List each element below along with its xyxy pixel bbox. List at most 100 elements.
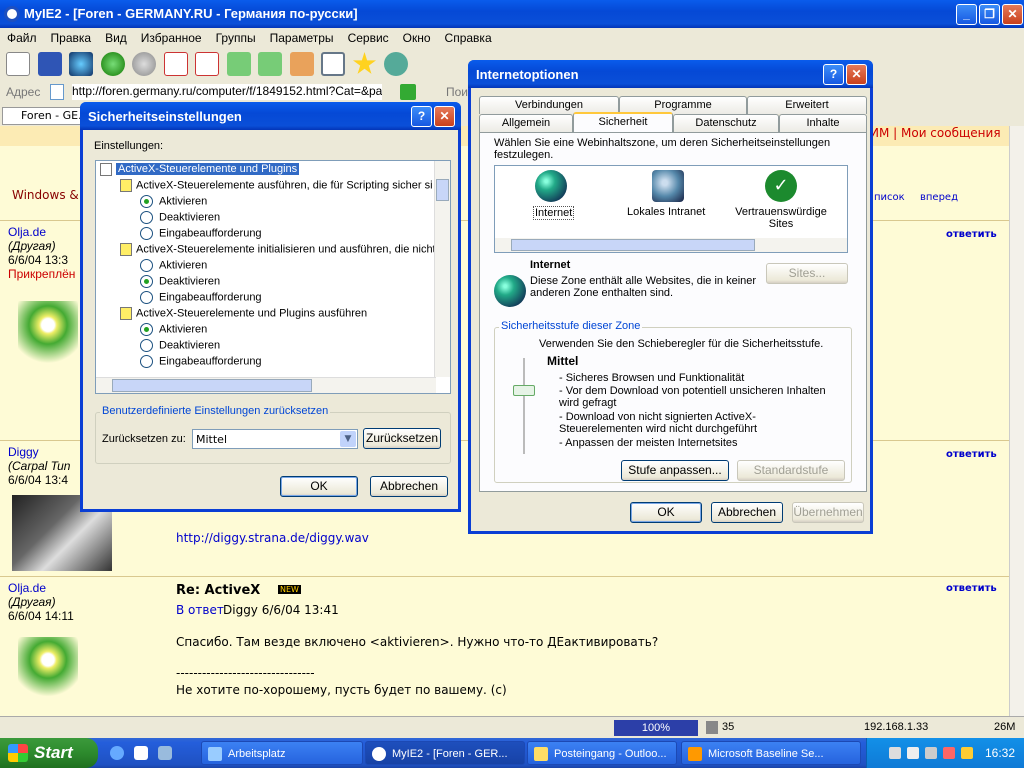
zone-hscrollbar[interactable] [495, 238, 847, 252]
apply-button[interactable]: Übernehmen [792, 502, 864, 523]
tab-security[interactable]: Sicherheit [573, 112, 673, 132]
stop-all-icon[interactable] [195, 52, 219, 76]
intranet-zone-icon[interactable] [652, 170, 684, 202]
quicklaunch-app-icon[interactable] [134, 746, 148, 760]
new-page-icon[interactable] [6, 52, 30, 76]
radio-label[interactable]: Deaktivieren [159, 339, 220, 351]
menu-item[interactable]: Группы [209, 28, 263, 48]
setting-radio-option[interactable]: Eingabeaufforderung [140, 291, 262, 304]
radio-label[interactable]: Deaktivieren [159, 275, 220, 287]
radio-button[interactable] [140, 211, 153, 224]
menu-item[interactable]: Параметры [263, 28, 341, 48]
quicklaunch-desktop-icon[interactable] [158, 746, 172, 760]
help-button[interactable]: ? [411, 106, 432, 127]
radio-button[interactable] [140, 339, 153, 352]
close-button[interactable]: ✕ [1002, 4, 1023, 25]
tab-general[interactable]: Allgemein [479, 114, 573, 132]
setting-radio-option[interactable]: Eingabeaufforderung [140, 355, 262, 368]
menu-item[interactable]: Правка [44, 28, 99, 48]
tab-privacy[interactable]: Datenschutz [673, 114, 779, 132]
radio-button[interactable] [140, 227, 153, 240]
taskbar-item[interactable]: Microsoft Baseline Se... [681, 741, 861, 765]
tree-vscrollbar[interactable] [434, 161, 450, 377]
post-author[interactable]: Olja.de [8, 225, 46, 239]
radio-label[interactable]: Eingabeaufforderung [159, 291, 262, 303]
scroll-thumb[interactable] [511, 239, 755, 251]
tray-icon[interactable] [961, 747, 973, 759]
tray-icon[interactable] [925, 747, 937, 759]
tab-advanced[interactable]: Erweitert [747, 96, 867, 114]
post-link[interactable]: http://diggy.strana.de/diggy.wav [176, 531, 369, 545]
back-icon[interactable] [100, 52, 125, 76]
default-level-button[interactable]: Standardstufe [737, 460, 845, 481]
menu-item[interactable]: Окно [396, 28, 438, 48]
setting-radio-option[interactable]: Deaktivieren [140, 339, 220, 352]
menu-item[interactable]: Файл [0, 28, 44, 48]
history-icon[interactable] [384, 52, 408, 76]
radio-label[interactable]: Aktivieren [159, 195, 207, 207]
radio-button[interactable] [140, 195, 153, 208]
radio-label[interactable]: Aktivieren [159, 259, 207, 271]
slider-thumb[interactable] [513, 385, 535, 396]
menu-item[interactable]: Вид [98, 28, 134, 48]
address-input[interactable]: http://foren.germany.ru/computer/f/18491… [72, 84, 382, 100]
radio-label[interactable]: Deaktivieren [159, 211, 220, 223]
tree-category-label[interactable]: ActiveX-Steuerelemente und Plugins [116, 163, 300, 176]
start-button[interactable]: Start [0, 738, 98, 768]
close-button[interactable]: ✕ [434, 106, 455, 127]
radio-button[interactable] [140, 275, 153, 288]
setting-radio-option[interactable]: Aktivieren [140, 323, 207, 336]
top-links[interactable]: ИМ | Мои сообщения [870, 126, 1001, 140]
scroll-thumb[interactable] [436, 179, 449, 201]
custom-level-button[interactable]: Stufe anpassen... [621, 460, 729, 481]
refresh-icon[interactable] [226, 52, 251, 76]
restore-button[interactable]: ❐ [979, 4, 1000, 25]
clock[interactable]: 16:32 [985, 746, 1015, 760]
radio-button[interactable] [140, 259, 153, 272]
menu-item[interactable]: Сервис [341, 28, 396, 48]
stop-icon[interactable] [163, 52, 188, 76]
taskbar-item[interactable]: Posteingang - Outloo... [527, 741, 677, 765]
setting-radio-option[interactable]: Eingabeaufforderung [140, 227, 262, 240]
taskbar-item[interactable]: Arbeitsplatz [201, 741, 363, 765]
taskbar-item[interactable]: MyIE2 - [Foren - GER... [365, 741, 525, 765]
browser-tab[interactable]: Foren - GE... [2, 107, 82, 125]
zone-list[interactable]: Internet Lokales Intranet ✓ Vertrauenswü… [494, 165, 848, 253]
zone-intranet[interactable]: Lokales Intranet [627, 206, 705, 218]
globe-icon[interactable] [69, 52, 93, 76]
go-icon[interactable] [400, 84, 416, 100]
radio-label[interactable]: Eingabeaufforderung [159, 355, 262, 367]
tray-icon[interactable] [889, 747, 901, 759]
nav-forward-link[interactable]: вперед [920, 192, 958, 203]
tab-content[interactable]: Inhalte [779, 114, 867, 132]
radio-button[interactable] [140, 323, 153, 336]
reply-to-label[interactable]: В ответ [176, 603, 224, 617]
tray-icon[interactable] [907, 747, 919, 759]
ok-button[interactable]: OK [280, 476, 358, 497]
setting-radio-option[interactable]: Aktivieren [140, 195, 207, 208]
setting-radio-option[interactable]: Deaktivieren [140, 275, 220, 288]
radio-button[interactable] [140, 355, 153, 368]
quicklaunch-ie-icon[interactable] [110, 746, 124, 760]
home-icon[interactable] [289, 52, 314, 76]
tree-hscrollbar[interactable] [96, 377, 436, 393]
nav-list-link[interactable]: писок [874, 192, 905, 203]
scroll-thumb[interactable] [112, 379, 312, 392]
internet-zone-icon[interactable] [535, 170, 567, 202]
post-author[interactable]: Olja.de [8, 581, 46, 595]
reset-level-select[interactable]: Mittel ▼ [192, 429, 358, 449]
radio-label[interactable]: Aktivieren [159, 323, 207, 335]
minimize-button[interactable]: _ [956, 4, 977, 25]
settings-tree[interactable]: ActiveX-Steuerelemente und Plugins Active… [95, 160, 451, 394]
help-button[interactable]: ? [823, 64, 844, 85]
save-icon[interactable] [37, 52, 62, 76]
reply-button[interactable]: ответить [946, 229, 997, 240]
forward-icon[interactable] [132, 52, 156, 76]
post-author[interactable]: Diggy [8, 445, 39, 459]
zone-internet[interactable]: Internet [533, 206, 575, 220]
security-level-slider[interactable] [511, 358, 537, 454]
reset-button[interactable]: Zurücksetzen [363, 428, 441, 449]
zone-trusted[interactable]: Vertrauenswürdige Sites [731, 206, 831, 230]
close-button[interactable]: ✕ [846, 64, 867, 85]
trusted-zone-icon[interactable]: ✓ [765, 170, 797, 202]
